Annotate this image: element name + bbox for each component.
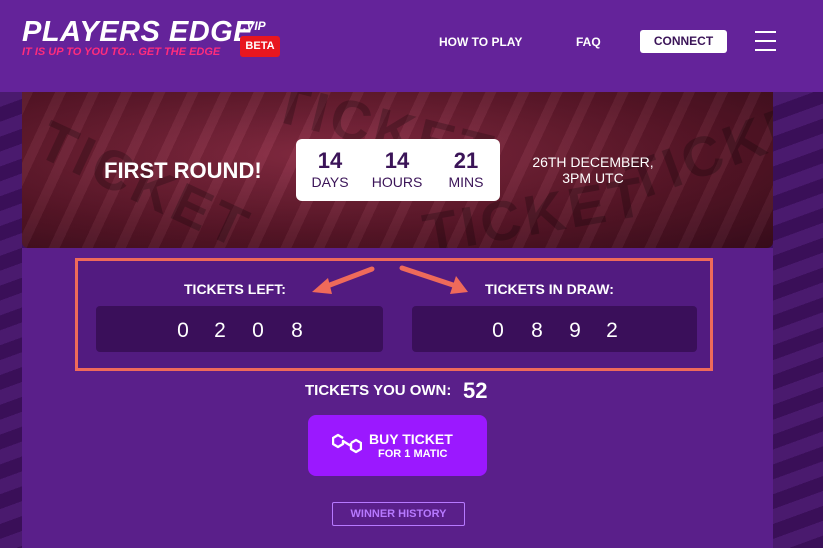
tickets-left-counter: 0 2 0 8 (96, 306, 383, 352)
countdown-mins: 21 MINS (432, 139, 500, 201)
buy-ticket-title: BUY TICKET (369, 431, 453, 447)
hamburger-menu-icon[interactable] (755, 31, 776, 51)
counter-digit: 9 (569, 319, 581, 342)
tickets-you-own-count: 52 (463, 378, 488, 403)
counter-digit: 8 (291, 319, 303, 342)
countdown-value: 21 (453, 148, 479, 173)
tickets-in-draw-label: TICKETS IN DRAW: (485, 281, 614, 297)
draw-date-line2: 3PM UTC (562, 170, 624, 186)
tagline-emphasis: GET THE EDGE (138, 46, 221, 58)
countdown-label: DAYS (311, 174, 349, 190)
arrow-right-icon (399, 265, 468, 294)
menu-bar (755, 49, 776, 51)
countdown-timer: 14 DAYS 14 HOURS 21 MINS (296, 139, 500, 201)
counter-digit: 8 (531, 319, 543, 342)
ticket-texture: TICKET (618, 92, 773, 213)
counter-digit: 0 (177, 319, 189, 342)
countdown-label: MINS (448, 174, 484, 190)
countdown-value: 14 (384, 148, 410, 173)
buy-ticket-price: FOR 1 MATIC (378, 448, 448, 460)
menu-bar (755, 31, 776, 33)
countdown-days: 14 DAYS (296, 139, 364, 201)
draw-date: 26TH DECEMBER, 3PM UTC (518, 154, 668, 186)
counter-digit: 0 (252, 319, 264, 342)
countdown-value: 14 (317, 148, 343, 173)
countdown-hours: 14 HOURS (363, 139, 431, 201)
buy-ticket-button[interactable]: BUY TICKET FOR 1 MATIC (308, 415, 487, 476)
logo-title[interactable]: PLAYERS EDGE (22, 16, 253, 49)
winner-history-button[interactable]: WINNER HISTORY (332, 502, 465, 526)
background-texture-right (773, 92, 823, 548)
tickets-you-own-label: TICKETS YOU OWN: (305, 382, 452, 399)
counter-digit: 0 (492, 319, 504, 342)
tagline-start: IT IS UP TO YOU TO... (22, 46, 136, 58)
background-texture-left (0, 92, 22, 548)
countdown-label: HOURS (371, 174, 423, 190)
tickets-in-draw-counter: 0 8 9 2 (412, 306, 697, 352)
beta-badge: BETA (240, 36, 280, 57)
round-banner: TICKET TICKET TICKET TICKET FIRST ROUND!… (22, 92, 773, 248)
round-title: FIRST ROUND! (104, 158, 262, 183)
polygon-matic-icon (332, 433, 362, 454)
arrow-left-icon (312, 266, 375, 294)
site-header: PLAYERS EDGE .VIP BETA IT IS UP TO YOU T… (0, 0, 823, 92)
logo-suffix: .VIP (243, 19, 266, 33)
nav-how-to-play[interactable]: HOW TO PLAY (439, 35, 522, 49)
draw-date-line1: 26TH DECEMBER, (532, 154, 654, 170)
connect-button[interactable]: CONNECT (640, 30, 727, 53)
counter-digit: 2 (606, 319, 618, 342)
menu-bar (755, 40, 776, 42)
tickets-left-label: TICKETS LEFT: (184, 281, 286, 297)
nav-faq[interactable]: FAQ (576, 35, 601, 49)
logo-tagline: IT IS UP TO YOU TO... GET THE EDGE (22, 46, 220, 58)
counter-digit: 2 (214, 319, 226, 342)
